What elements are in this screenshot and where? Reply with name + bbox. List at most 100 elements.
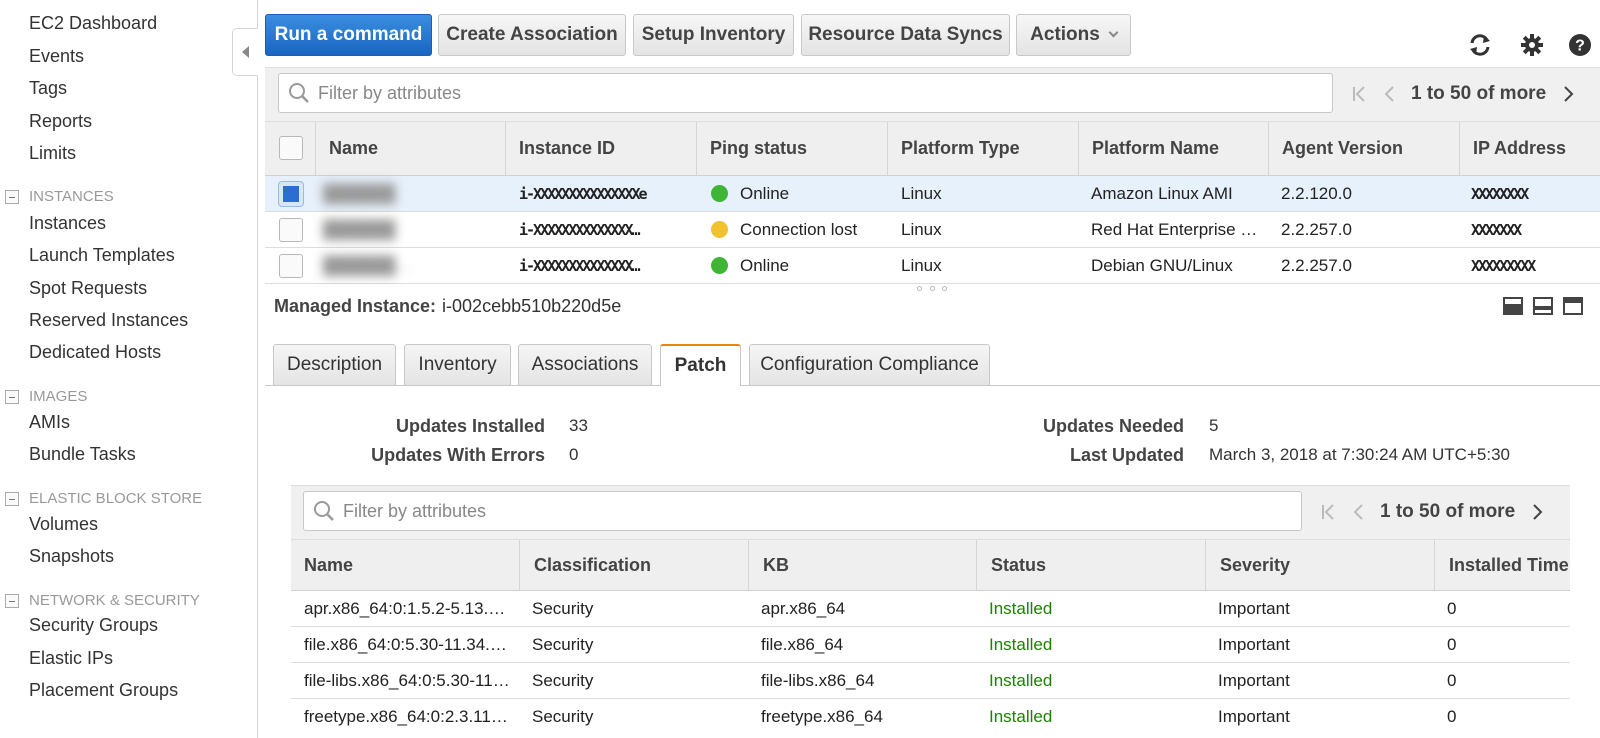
- section-images[interactable]: IMAGES: [5, 388, 87, 405]
- create-association-button[interactable]: Create Association: [438, 14, 626, 56]
- first-page-icon[interactable]: [1347, 80, 1371, 108]
- row-checkbox[interactable]: [279, 182, 303, 206]
- nav-spot-requests[interactable]: Spot Requests: [29, 278, 147, 299]
- row-checkbox[interactable]: [279, 218, 303, 242]
- platform-type: Linux: [901, 255, 942, 275]
- collapse-sidebar-button[interactable]: [232, 28, 258, 76]
- nav-reports[interactable]: Reports: [29, 111, 92, 132]
- instance-filter-field[interactable]: [278, 73, 1333, 113]
- nav-security-groups[interactable]: Security Groups: [29, 615, 158, 636]
- patch-filter-input[interactable]: [343, 500, 1301, 522]
- run-command-button[interactable]: Run a command: [265, 14, 432, 56]
- nav-amis[interactable]: AMIs: [29, 412, 70, 433]
- nav-bundle-tasks[interactable]: Bundle Tasks: [29, 444, 136, 465]
- patch-filter-field[interactable]: [303, 491, 1302, 531]
- table-row[interactable]: file.x86_64:0:5.30-11.34.… Security file…: [291, 627, 1570, 663]
- layout-split-icon[interactable]: [1533, 297, 1553, 315]
- nav-tags[interactable]: Tags: [29, 78, 67, 99]
- patch-classification: Security: [532, 598, 594, 618]
- table-row[interactable]: file-libs.x86_64:0:5.30-11… Security fil…: [291, 663, 1570, 699]
- layout-top-icon[interactable]: [1563, 297, 1583, 315]
- column-severity[interactable]: Severity: [1205, 540, 1434, 590]
- ping-status: Connection lost: [711, 212, 886, 247]
- instance-id[interactable]: i-XXXXXXXXXXXXXX…: [519, 212, 694, 247]
- first-page-icon[interactable]: [1316, 498, 1340, 526]
- patch-classification: Security: [532, 670, 594, 690]
- agent-version: 2.2.257.0: [1281, 255, 1352, 275]
- refresh-icon[interactable]: [1467, 32, 1493, 58]
- nav-elastic-ips[interactable]: Elastic IPs: [29, 648, 113, 669]
- tab-configuration-compliance[interactable]: Configuration Compliance: [749, 344, 990, 385]
- platform-type: Linux: [901, 183, 942, 203]
- column-agent-version[interactable]: Agent Version: [1268, 122, 1459, 175]
- last-updated-label: Last Updated: [1069, 445, 1184, 465]
- next-page-icon[interactable]: [1525, 498, 1549, 526]
- gear-icon[interactable]: [1519, 32, 1545, 58]
- nav-volumes[interactable]: Volumes: [29, 514, 98, 535]
- column-kb[interactable]: KB: [748, 540, 976, 590]
- patch-status: Installed: [989, 634, 1053, 654]
- prev-page-icon[interactable]: [1346, 498, 1370, 526]
- resource-data-syncs-button[interactable]: Resource Data Syncs: [801, 14, 1010, 56]
- column-instance-id[interactable]: Instance ID: [505, 122, 696, 175]
- patch-severity: Important: [1218, 598, 1290, 618]
- prev-page-icon[interactable]: [1377, 80, 1401, 108]
- column-classification[interactable]: Classification: [519, 540, 748, 590]
- updates-needed-value: 5: [1209, 416, 1219, 435]
- actions-button[interactable]: Actions: [1016, 14, 1131, 56]
- layout-bottom-icon[interactable]: [1503, 297, 1523, 315]
- tab-inventory[interactable]: Inventory: [404, 344, 511, 385]
- agent-version: 2.2.120.0: [1281, 183, 1352, 203]
- column-platform-type[interactable]: Platform Type: [887, 122, 1078, 175]
- nav-placement-groups[interactable]: Placement Groups: [29, 680, 178, 701]
- instance-filter-input[interactable]: [318, 82, 1332, 104]
- table-row[interactable]: freetype.x86_64:0:2.3.11… Security freet…: [291, 699, 1570, 735]
- svg-text:?: ?: [1575, 38, 1585, 55]
- platform-name: Amazon Linux AMI: [1091, 183, 1233, 203]
- table-row[interactable]: ██████… i-XXXXXXXXXXXXXX… Online Linux D…: [265, 248, 1600, 284]
- column-platform-name[interactable]: Platform Name: [1078, 122, 1268, 175]
- instance-id[interactable]: i-XXXXXXXXXXXXXX…: [519, 248, 694, 283]
- section-instances[interactable]: INSTANCES: [5, 188, 114, 205]
- tab-associations[interactable]: Associations: [518, 344, 652, 385]
- row-checkbox[interactable]: [279, 254, 303, 278]
- nav-launch-templates[interactable]: Launch Templates: [29, 245, 175, 266]
- column-name[interactable]: Name: [315, 122, 505, 175]
- nav-events[interactable]: Events: [29, 46, 84, 67]
- nav-dedicated-hosts[interactable]: Dedicated Hosts: [29, 342, 161, 363]
- platform-name: Debian GNU/Linux: [1091, 255, 1233, 275]
- collapse-icon[interactable]: [5, 189, 19, 204]
- sidebar: EC2 Dashboard Events Tags Reports Limits…: [0, 0, 258, 738]
- patch-pager-label: 1 to 50 of more: [1380, 501, 1516, 522]
- updates-installed-value: 33: [569, 416, 588, 435]
- collapse-icon[interactable]: [5, 389, 19, 404]
- tab-description[interactable]: Description: [273, 344, 396, 385]
- collapse-icon[interactable]: [5, 593, 19, 608]
- collapse-icon[interactable]: [5, 491, 19, 506]
- table-row[interactable]: apr.x86_64:0:1.5.2-5.13.… Security apr.x…: [291, 591, 1570, 627]
- column-name[interactable]: Name: [291, 540, 519, 590]
- column-status[interactable]: Status: [976, 540, 1205, 590]
- nav-ec2-dashboard[interactable]: EC2 Dashboard: [29, 13, 157, 34]
- nav-instances[interactable]: Instances: [29, 213, 106, 234]
- column-ping-status[interactable]: Ping status: [696, 122, 887, 175]
- column-installed-time[interactable]: Installed Time: [1434, 540, 1570, 590]
- table-row[interactable]: ██████ i-XXXXXXXXXXXXXX… Connection lost…: [265, 212, 1600, 248]
- help-icon[interactable]: ?: [1567, 32, 1593, 58]
- nav-snapshots[interactable]: Snapshots: [29, 546, 114, 567]
- column-ip-address[interactable]: IP Address: [1459, 122, 1600, 175]
- nav-limits[interactable]: Limits: [29, 143, 76, 164]
- section-ebs[interactable]: ELASTIC BLOCK STORE: [5, 490, 202, 507]
- instance-id[interactable]: i-XXXXXXXXXXXXXXXe: [519, 176, 694, 211]
- nav-reserved-instances[interactable]: Reserved Instances: [29, 310, 188, 331]
- setup-inventory-button[interactable]: Setup Inventory: [633, 14, 794, 56]
- tab-patch[interactable]: Patch: [660, 344, 741, 386]
- patch-name: apr.x86_64:0:1.5.2-5.13.…: [304, 598, 506, 618]
- table-row[interactable]: ██████ i-XXXXXXXXXXXXXXXe Online Linux A…: [265, 176, 1600, 212]
- resize-handle[interactable]: [917, 286, 947, 292]
- section-network-security[interactable]: NETWORK & SECURITY: [5, 592, 200, 609]
- next-page-icon[interactable]: [1556, 80, 1580, 108]
- patch-installed-time: 0: [1447, 634, 1457, 654]
- patch-table-header: Name Classification KB Status Severity I…: [291, 539, 1570, 591]
- select-all-checkbox[interactable]: [279, 136, 303, 160]
